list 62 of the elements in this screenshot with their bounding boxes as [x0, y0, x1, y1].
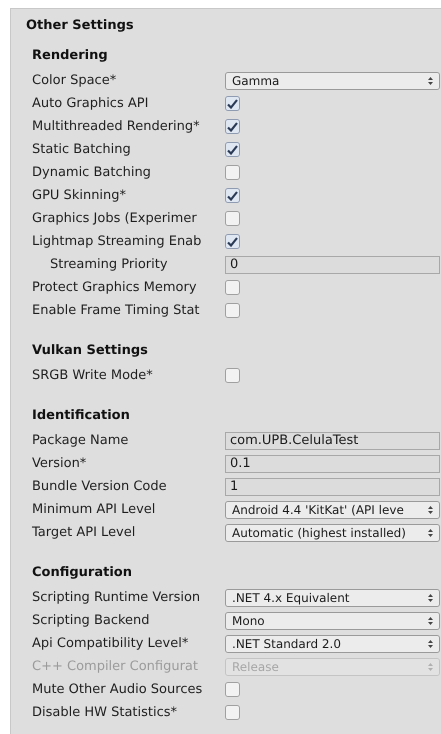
setting-label: Api Compatibility Level*	[32, 634, 188, 653]
checkmark-icon	[227, 190, 238, 200]
input-field[interactable]: com.UPB.CelulaTest	[225, 432, 440, 450]
checkbox[interactable]	[225, 119, 240, 134]
dropdown[interactable]: .NET Standard 2.0	[225, 634, 440, 652]
setting-label: Mute Other Audio Sources	[32, 680, 202, 699]
setting-label: GPU Skinning*	[32, 186, 126, 205]
checkbox[interactable]	[225, 682, 240, 697]
setting-label: Enable Frame Timing Stat	[32, 302, 200, 320]
checkmark-icon	[227, 98, 238, 108]
setting-label: Disable HW Statistics*	[32, 704, 178, 722]
setting-label: Scripting Runtime Version	[32, 588, 200, 607]
setting-label: C++ Compiler Configurat	[32, 658, 198, 676]
up-down-arrows-icon	[428, 528, 433, 536]
checkbox[interactable]	[225, 188, 240, 203]
checkmark-icon	[227, 144, 238, 154]
input-field[interactable]: 0.1	[225, 454, 440, 472]
dropdown[interactable]: Automatic (highest installed)	[225, 524, 440, 542]
up-down-arrows-icon	[428, 662, 433, 670]
checkbox[interactable]	[225, 280, 240, 295]
setting-label: Auto Graphics API	[32, 94, 148, 113]
checkbox[interactable]	[225, 211, 240, 226]
setting-label: Minimum API Level	[32, 500, 156, 519]
setting-label: Dynamic Batching	[32, 164, 151, 182]
up-down-arrows-icon	[428, 640, 433, 648]
checkbox[interactable]	[225, 303, 240, 318]
panel-title: Other Settings	[26, 16, 134, 35]
dropdown[interactable]: Android 4.4 'KitKat' (API leve	[225, 500, 440, 518]
dropdown[interactable]: .NET 4.x Equivalent	[225, 588, 440, 606]
setting-label: Version*	[32, 454, 86, 473]
up-down-arrows-icon	[428, 76, 433, 84]
section-title: Rendering	[32, 46, 108, 65]
section-title: Vulkan Settings	[32, 342, 148, 360]
checkbox[interactable]	[225, 142, 240, 157]
input-field[interactable]: 0	[225, 256, 440, 274]
setting-label: Multithreaded Rendering*	[32, 118, 200, 136]
checkbox[interactable]	[225, 368, 240, 383]
checkbox[interactable]	[225, 96, 240, 111]
checkbox[interactable]	[225, 705, 240, 720]
up-down-arrows-icon	[428, 616, 433, 624]
setting-label: Color Space*	[32, 72, 116, 90]
checkmark-icon	[227, 236, 238, 246]
setting-label: Package Name	[32, 432, 128, 450]
dropdown[interactable]: Mono	[225, 612, 440, 630]
checkmark-icon	[227, 122, 238, 132]
setting-label: Graphics Jobs (Experimer	[32, 210, 197, 228]
setting-label: Static Batching	[32, 140, 131, 159]
input-field[interactable]: 1	[225, 478, 440, 496]
setting-label: Scripting Backend	[32, 612, 150, 630]
section-title: Configuration	[32, 564, 132, 582]
checkbox[interactable]	[225, 165, 240, 180]
setting-label: SRGB Write Mode*	[32, 366, 153, 385]
setting-label: Streaming Priority	[50, 256, 168, 274]
checkbox[interactable]	[225, 234, 240, 249]
dropdown[interactable]: Gamma	[225, 72, 440, 90]
setting-label: Target API Level	[32, 524, 136, 542]
up-down-arrows-icon	[428, 594, 433, 602]
setting-label: Protect Graphics Memory	[32, 278, 197, 297]
setting-label: Bundle Version Code	[32, 478, 167, 496]
section-title: Identification	[32, 406, 130, 425]
up-down-arrows-icon	[428, 506, 433, 514]
setting-label: Lightmap Streaming Enab	[32, 232, 202, 251]
